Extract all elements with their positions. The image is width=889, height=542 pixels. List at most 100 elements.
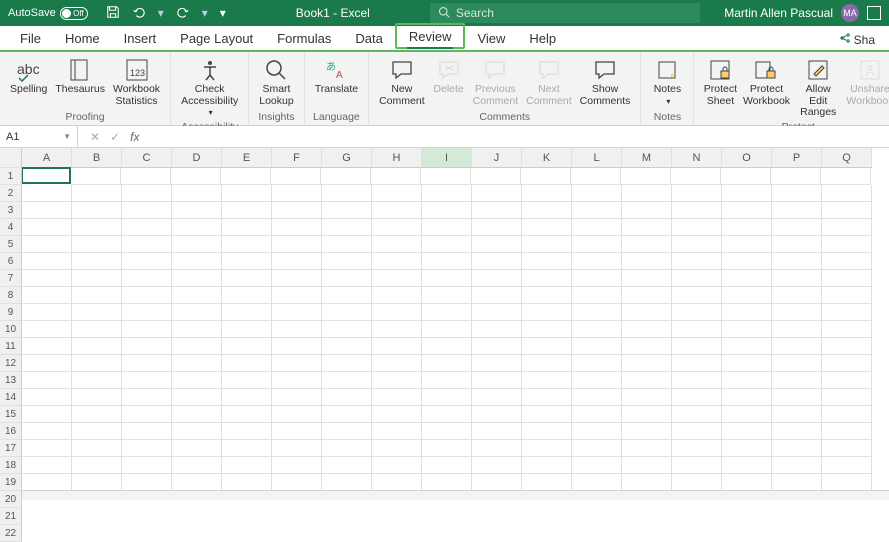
cell[interactable] [572,440,622,457]
cell[interactable] [822,202,872,219]
cell[interactable] [322,355,372,372]
cell[interactable] [122,457,172,474]
cell[interactable] [171,168,221,185]
cell[interactable] [772,440,822,457]
cell[interactable] [372,389,422,406]
cell[interactable] [822,372,872,389]
cell[interactable] [722,372,772,389]
cell[interactable] [22,440,72,457]
cell[interactable] [572,355,622,372]
cell[interactable] [372,202,422,219]
cell[interactable] [72,423,122,440]
column-header[interactable]: D [172,148,222,168]
cell[interactable] [222,406,272,423]
cell[interactable] [621,168,671,185]
cell[interactable] [322,236,372,253]
cell[interactable] [272,389,322,406]
cell[interactable] [622,457,672,474]
cell[interactable] [122,440,172,457]
tab-file[interactable]: File [8,27,53,49]
cell[interactable] [72,474,122,490]
cell[interactable] [22,287,72,304]
cell[interactable] [822,304,872,321]
cell[interactable] [622,287,672,304]
cell[interactable] [272,185,322,202]
cell[interactable] [472,355,522,372]
qat-customize-icon[interactable]: ▾ [220,6,226,20]
cell[interactable] [222,372,272,389]
cell[interactable] [622,321,672,338]
row-header[interactable]: 1 [0,168,22,185]
cell[interactable] [472,440,522,457]
row-header[interactable]: 13 [0,372,22,389]
cell[interactable] [772,304,822,321]
cell[interactable] [672,304,722,321]
cell[interactable] [372,457,422,474]
cell[interactable] [772,253,822,270]
cell[interactable] [72,389,122,406]
stats-button[interactable]: 123Workbook Statistics [109,54,164,109]
cell[interactable] [822,287,872,304]
cell[interactable] [522,372,572,389]
cell[interactable] [322,185,372,202]
column-header[interactable]: J [472,148,522,168]
cell[interactable] [572,202,622,219]
cell[interactable] [122,202,172,219]
cell[interactable] [422,423,472,440]
cell[interactable] [222,321,272,338]
cell[interactable] [822,423,872,440]
cell[interactable] [72,202,122,219]
row-header[interactable]: 12 [0,355,22,372]
row-header[interactable]: 17 [0,440,22,457]
cell[interactable] [722,406,772,423]
cell[interactable] [22,474,72,490]
cell[interactable] [372,372,422,389]
cell[interactable] [822,270,872,287]
cell[interactable] [122,474,172,490]
cell[interactable] [772,406,822,423]
cell[interactable] [672,457,722,474]
cell[interactable] [522,304,572,321]
cell[interactable] [122,236,172,253]
cell[interactable] [322,423,372,440]
cell[interactable] [321,168,371,185]
cell[interactable] [572,423,622,440]
cell[interactable] [372,236,422,253]
column-header[interactable]: C [122,148,172,168]
toggle-switch[interactable]: Off [60,7,88,20]
cell[interactable] [672,270,722,287]
cell[interactable] [822,253,872,270]
row-header[interactable]: 21 [0,508,22,525]
cell[interactable] [622,338,672,355]
cell[interactable] [222,423,272,440]
cell[interactable] [772,457,822,474]
row-header[interactable]: 19 [0,474,22,491]
cell[interactable] [222,440,272,457]
cell[interactable] [222,457,272,474]
cell[interactable] [172,440,222,457]
cell[interactable] [272,440,322,457]
cell[interactable] [622,236,672,253]
cell[interactable] [622,389,672,406]
cell[interactable] [622,219,672,236]
cell[interactable] [72,185,122,202]
cell[interactable] [422,355,472,372]
cell[interactable] [222,389,272,406]
cell[interactable] [772,355,822,372]
cell[interactable] [671,168,721,185]
cell[interactable] [272,287,322,304]
cell[interactable] [222,270,272,287]
cell[interactable] [522,287,572,304]
cell[interactable] [622,253,672,270]
cell[interactable] [22,338,72,355]
cell[interactable] [172,474,222,490]
cell[interactable] [271,168,321,185]
cell[interactable] [572,389,622,406]
cell[interactable] [372,270,422,287]
cell[interactable] [821,168,871,185]
tab-help[interactable]: Help [517,27,568,49]
cell[interactable] [222,219,272,236]
cell[interactable] [22,457,72,474]
cell[interactable] [422,287,472,304]
cell[interactable] [672,423,722,440]
